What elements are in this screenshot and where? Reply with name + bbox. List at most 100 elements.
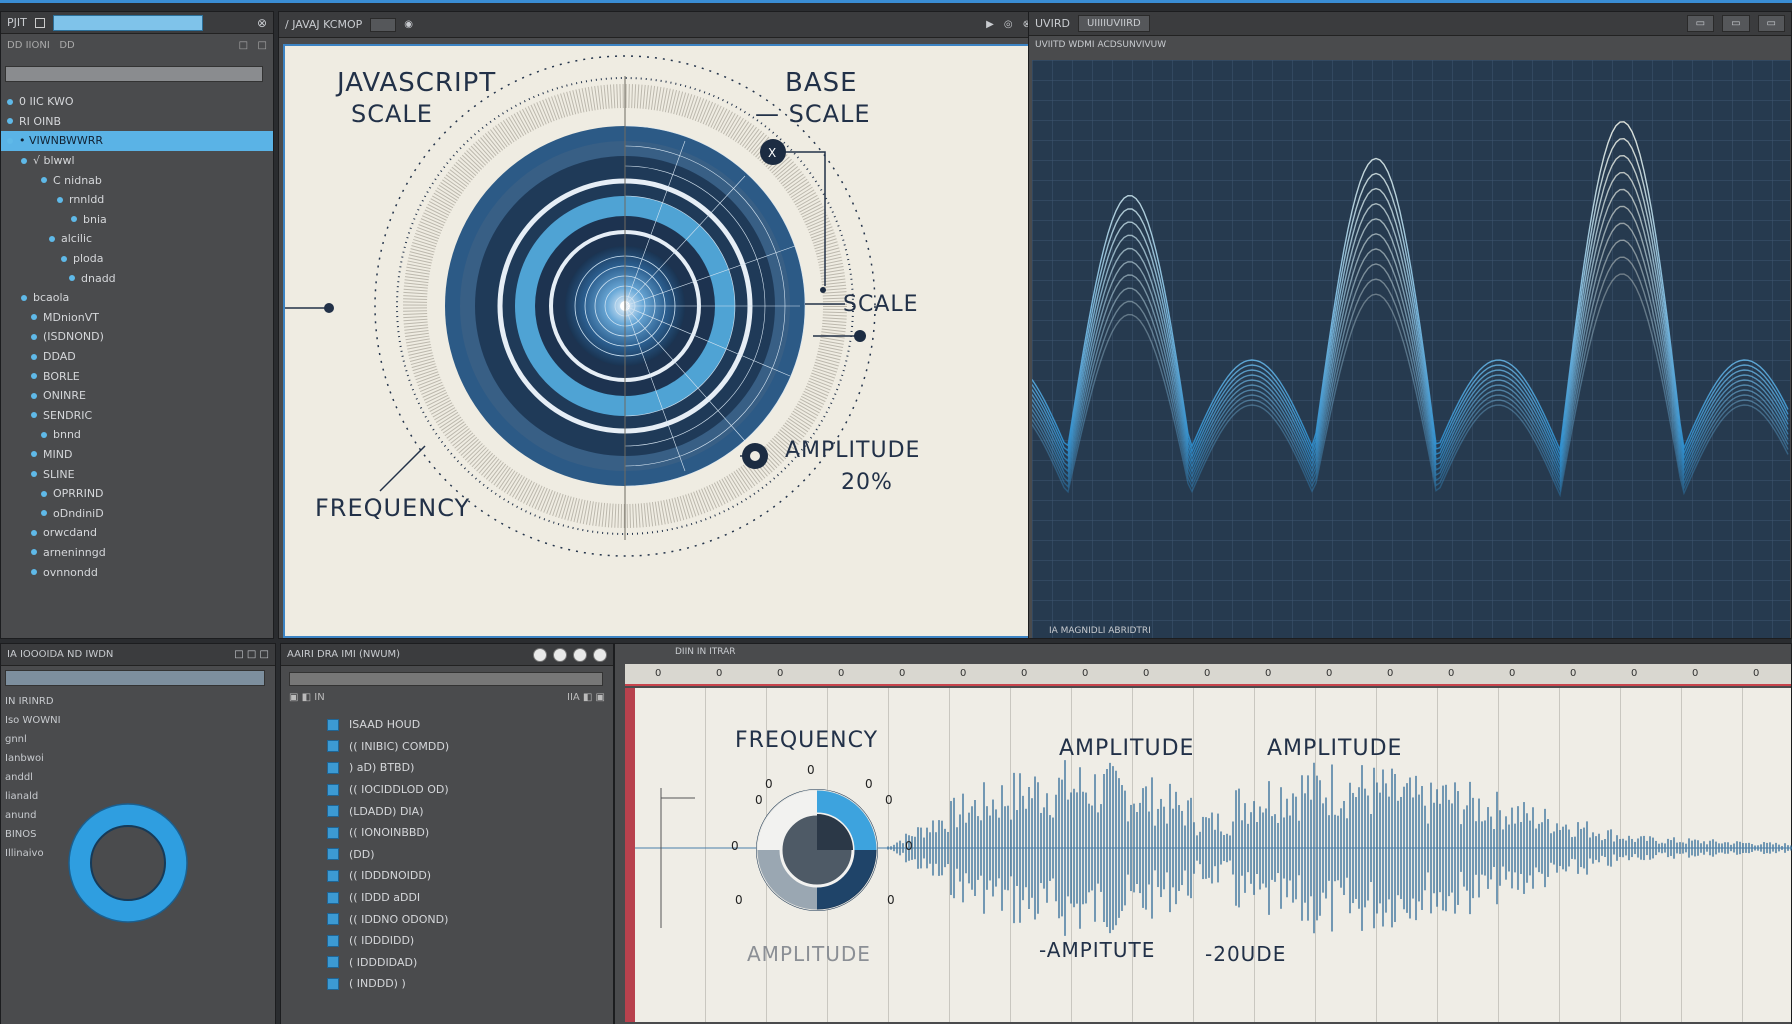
tree-item[interactable]: SLINE: [1, 464, 273, 484]
toolbar-button-3[interactable]: ▭: [1757, 15, 1785, 32]
waveform-footer: IA MAGNIDLI ABRIDTRI: [1049, 626, 1151, 636]
panel-search-input[interactable]: [52, 14, 203, 31]
code-row[interactable]: (( INIBIC) COMDD): [293, 736, 605, 758]
code-row[interactable]: (DD): [293, 844, 605, 866]
code-row[interactable]: (( IOCIDDLOD OD): [293, 779, 605, 801]
tree-item[interactable]: ovnnondd: [1, 562, 273, 582]
timeline-ruler[interactable]: 0 0 0 0 0 0 0 0 0 0 0 0 0 0 0 0 0 0 0: [625, 664, 1791, 686]
play-icon[interactable]: ▶: [986, 19, 994, 30]
center-panel-title: / JAVAJ KCMOP: [285, 18, 363, 31]
code-row[interactable]: ) aD) BTBD): [293, 757, 605, 779]
tree-item[interactable]: arneninngd: [1, 543, 273, 563]
button-1[interactable]: [533, 647, 547, 662]
svg-text:0: 0: [887, 893, 895, 907]
tree-filter-input[interactable]: [5, 66, 263, 82]
code-row[interactable]: (( IDDD aDDI: [293, 887, 605, 909]
tree-item[interactable]: √ blwwl: [1, 151, 273, 171]
tab-icon[interactable]: [34, 17, 45, 28]
code-row[interactable]: ( INDDD) ): [293, 973, 605, 995]
tree-item[interactable]: dnadd: [1, 268, 273, 288]
scale-label-left: SCALE: [351, 100, 433, 128]
tree-item[interactable]: C nidnab: [1, 170, 273, 190]
right-toolbar: ▭ ▭ ▭: [1686, 15, 1785, 32]
tree-item[interactable]: 0 IIC KWO: [1, 92, 273, 112]
meter-list-item[interactable]: anddl: [1, 768, 275, 787]
code-row[interactable]: (( IDDDNOIDD): [293, 865, 605, 887]
tree-item[interactable]: (ISDNOND): [1, 327, 273, 347]
tree-item[interactable]: bnnd: [1, 425, 273, 445]
code-row[interactable]: (( IDDNO ODOND): [293, 908, 605, 930]
tree-node-icon: [69, 275, 75, 282]
tree-item[interactable]: rnnldd: [1, 190, 273, 210]
tree-item[interactable]: OPRRIND: [1, 484, 273, 504]
tree-item[interactable]: oDndiniD: [1, 503, 273, 523]
tree-node-icon: [7, 137, 13, 144]
code-row[interactable]: (LDADD) DIA): [293, 800, 605, 822]
ruler-tick: 0: [1570, 668, 1577, 679]
button-2[interactable]: [553, 647, 567, 662]
code-header: ▣ ◧ IN IIA ◧ ▣: [289, 692, 605, 708]
meter-list-item[interactable]: Ianbwoi: [1, 749, 275, 768]
tree-node-icon: [31, 529, 37, 536]
meter-list-item[interactable]: IN IRINRD: [1, 692, 275, 711]
meter-list-item[interactable]: Iso WOWNI: [1, 711, 275, 730]
tree-item[interactable]: bcaola: [1, 288, 273, 308]
code-row-icon: [327, 913, 339, 926]
ruler-tick: 0: [1143, 668, 1150, 679]
waveform-tab[interactable]: UIIIIUVIIRD: [1077, 15, 1150, 32]
tab-button[interactable]: [370, 17, 397, 32]
ruler-tick: 0: [1265, 668, 1272, 679]
frequency-timeline-label: FREQUENCY: [735, 728, 879, 753]
tree-node-icon: [31, 549, 37, 556]
tree-item[interactable]: DDAD: [1, 347, 273, 367]
tree-item[interactable]: • VIWNBWWRR: [1, 131, 273, 151]
close-icon[interactable]: ⊗: [257, 16, 267, 30]
settings-icon[interactable]: ◎: [1004, 19, 1013, 30]
left-toolbar: DD IIONI DD □ □: [1, 34, 273, 56]
tree-item[interactable]: MDnionVT: [1, 308, 273, 328]
code-row-icon: [327, 891, 339, 904]
ruler-tick: 0: [1082, 668, 1089, 679]
base-label: BASE: [785, 68, 858, 98]
tree-item[interactable]: RI OINB: [1, 112, 273, 132]
code-row-icon: [327, 740, 339, 753]
base-scale-text: SCALE: [788, 100, 871, 128]
amplitude-knob[interactable]: [756, 789, 878, 911]
code-row[interactable]: (( IONOINBBD): [293, 822, 605, 844]
file-tree: 0 IIC KWO RI OINB • VIWNBWWRR √ blwwl C nidn…: [1, 88, 273, 634]
center-toolbar: ▶ ◎ ⊗: [986, 19, 1031, 30]
code-filter-input[interactable]: [289, 672, 603, 686]
code-row[interactable]: ( IDDDIDAD): [293, 952, 605, 974]
tree-node-icon: [31, 353, 37, 360]
tree-item-label: MDnionVT: [43, 310, 99, 324]
tree-item-label: DDAD: [43, 350, 76, 364]
tree-item[interactable]: MIND: [1, 445, 273, 465]
toolbar-icons[interactable]: □ □: [239, 40, 267, 51]
tree-item-label: orwcdand: [43, 526, 97, 540]
tree-item[interactable]: SENDRIC: [1, 406, 273, 426]
panel-controls[interactable]: □ □ □: [234, 649, 269, 660]
code-row[interactable]: (( IDDDIDD): [293, 930, 605, 952]
toolbar-button-2[interactable]: ▭: [1722, 15, 1750, 32]
ruler-tick: 0: [899, 668, 906, 679]
waveform-subheader: UVIITD WDMI ACDSUNVIVUW: [1035, 40, 1167, 50]
waveform-canvas: [1032, 60, 1790, 638]
button-3[interactable]: [573, 647, 587, 662]
tree-item[interactable]: BORLE: [1, 366, 273, 386]
button-4[interactable]: [593, 647, 607, 662]
meter-filter-input[interactable]: [5, 670, 265, 686]
tree-item[interactable]: ONINRE: [1, 386, 273, 406]
tree-item-label: OPRRIND: [53, 487, 104, 501]
tree-item[interactable]: bnia: [1, 210, 273, 230]
svg-text:0: 0: [865, 777, 873, 791]
tree-item[interactable]: orwcdand: [1, 523, 273, 543]
tree-item-label: (ISDNOND): [43, 330, 104, 344]
tree-item-label: bnia: [83, 212, 107, 226]
bottom-left-title: IA IOOOIDA ND IWDN: [7, 649, 114, 660]
record-icon[interactable]: ◉: [404, 19, 413, 30]
code-row[interactable]: ISAAD HOUD: [293, 714, 605, 736]
tree-item[interactable]: ploda: [1, 249, 273, 269]
toolbar-button-1[interactable]: ▭: [1686, 15, 1715, 32]
tree-item[interactable]: alcilic: [1, 229, 273, 249]
meter-list-item[interactable]: gnnl: [1, 730, 275, 749]
